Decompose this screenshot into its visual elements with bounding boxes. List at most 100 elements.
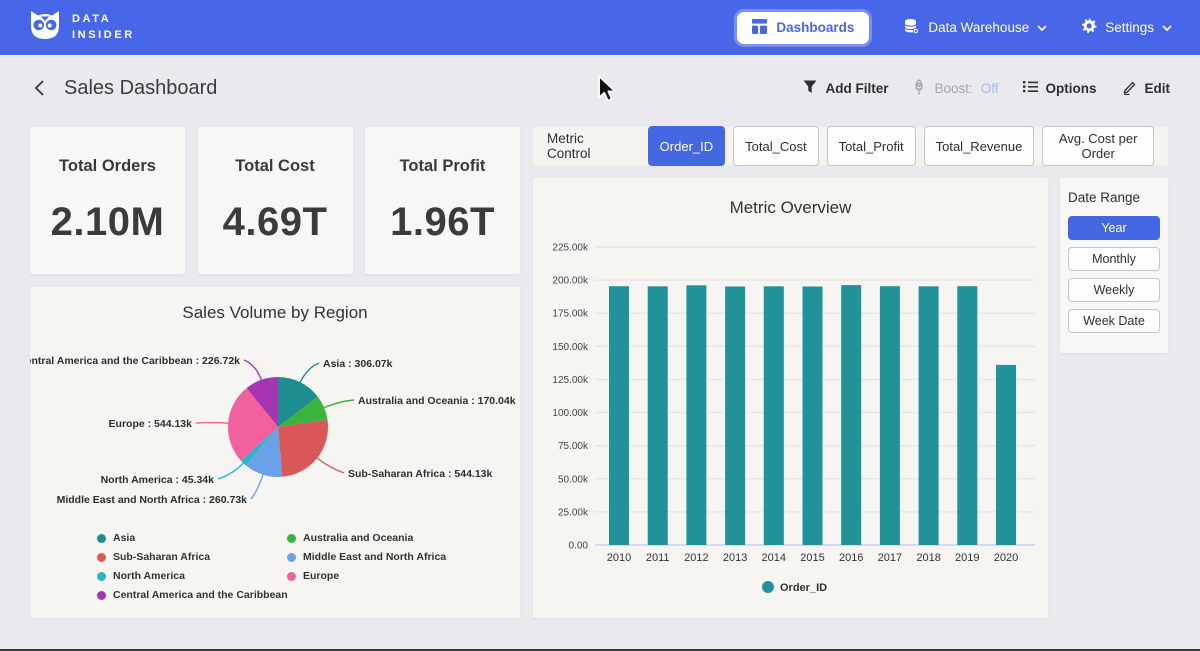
pie-leader-line-north-america xyxy=(218,462,244,479)
metric-button-total-profit[interactable]: Total_Profit xyxy=(827,126,916,166)
settings-menu[interactable]: Settings xyxy=(1081,18,1172,37)
legend-item-north-america[interactable]: North America xyxy=(97,570,287,582)
y-tick-label: 150.00k xyxy=(552,342,589,353)
boost-rocket-icon xyxy=(912,79,926,98)
pie-leader-line-central-america-and-the-caribbean xyxy=(244,360,262,381)
bar-2010[interactable] xyxy=(609,286,629,545)
options-list-icon xyxy=(1023,80,1038,96)
page-title: Sales Dashboard xyxy=(64,77,217,100)
pie-label-middle-east-and-north-africa: Middle East and North Africa : 260.73k xyxy=(57,494,248,506)
boost-toggle[interactable]: Boost: Off xyxy=(912,79,998,98)
y-tick-label: 125.00k xyxy=(552,375,589,386)
date-range-button-week-date[interactable]: Week Date xyxy=(1068,309,1160,333)
kpi-value: 1.96T xyxy=(390,200,495,245)
bar-legend-label[interactable]: Order_ID xyxy=(780,582,827,594)
y-tick-label: 75.00k xyxy=(558,441,589,452)
legend-dot xyxy=(97,553,106,562)
legend-item-asia[interactable]: Asia xyxy=(97,532,287,544)
edit-button[interactable]: Edit xyxy=(1121,79,1171,98)
bar-2017[interactable] xyxy=(880,286,900,545)
x-tick-label: 2010 xyxy=(607,552,631,564)
bar-2016[interactable] xyxy=(841,285,861,545)
bar-2018[interactable] xyxy=(919,286,939,545)
data-warehouse-label: Data Warehouse xyxy=(928,20,1029,35)
x-tick-label: 2014 xyxy=(762,552,786,564)
date-range-buttons: Year Monthly Weekly Week Date xyxy=(1068,216,1160,333)
bar-2014[interactable] xyxy=(764,286,784,545)
legend-label: Asia xyxy=(113,532,135,544)
top-navbar: DATA INSIDER Dashboards xyxy=(0,0,1200,55)
bar-2019[interactable] xyxy=(957,286,977,545)
legend-item-europe[interactable]: Europe xyxy=(287,570,446,582)
pie-leader-line-europe xyxy=(196,423,229,424)
x-tick-label: 2012 xyxy=(684,552,708,564)
bar-2011[interactable] xyxy=(648,286,668,545)
bar-2015[interactable] xyxy=(803,287,823,546)
bar-legend-dot xyxy=(762,581,774,593)
pie-label-europe: Europe : 544.13k xyxy=(109,418,193,430)
legend-dot xyxy=(287,572,296,581)
legend-dot xyxy=(97,534,106,543)
kpi-label: Total Orders xyxy=(59,157,156,176)
date-range-button-year[interactable]: Year xyxy=(1068,216,1160,240)
kpi-value: 2.10M xyxy=(51,200,165,245)
options-button[interactable]: Options xyxy=(1023,80,1097,96)
brand-logo[interactable]: DATA INSIDER xyxy=(28,8,135,47)
x-tick-label: 2019 xyxy=(955,552,979,564)
legend-item-australia-and-oceania[interactable]: Australia and Oceania xyxy=(287,532,446,544)
y-tick-label: 0.00 xyxy=(569,541,589,552)
pie-leader-line-australia-and-oceania xyxy=(323,400,354,408)
legend-item-sub-saharan-africa[interactable]: Sub-Saharan Africa xyxy=(97,551,287,563)
dashboard-toolbar: Sales Dashboard Add Filter Boost: Off xyxy=(0,55,1200,121)
brand-line-1: DATA xyxy=(72,12,135,28)
add-filter-label: Add Filter xyxy=(825,81,888,96)
y-tick-label: 225.00k xyxy=(552,243,589,254)
toolbar-actions: Add Filter Boost: Off xyxy=(803,79,1170,98)
back-button[interactable] xyxy=(30,77,50,99)
metric-button-order-id[interactable]: Order_ID xyxy=(648,126,725,166)
metric-button-avg-cost-per-order[interactable]: Avg. Cost per Order xyxy=(1042,126,1154,166)
bar-2012[interactable] xyxy=(686,285,706,545)
x-tick-label: 2020 xyxy=(994,552,1018,564)
options-label: Options xyxy=(1046,81,1097,96)
legend-dot xyxy=(97,572,106,581)
data-warehouse-menu[interactable]: Data Warehouse xyxy=(903,18,1047,38)
metric-button-total-revenue[interactable]: Total_Revenue xyxy=(924,126,1035,166)
bar-2013[interactable] xyxy=(725,287,745,546)
x-tick-label: 2013 xyxy=(723,552,747,564)
gear-icon xyxy=(1081,18,1097,37)
y-tick-label: 25.00k xyxy=(558,507,589,518)
pie-chart-title: Sales Volume by Region xyxy=(30,303,520,323)
legend-dot xyxy=(287,534,296,543)
metric-control-label: Metric Control xyxy=(547,131,627,161)
pie-leader-line-sub-saharan-africa xyxy=(316,458,344,474)
dashboards-button[interactable]: Dashboards xyxy=(737,12,869,44)
chevron-down-icon xyxy=(1162,20,1172,35)
legend-item-central-america-and-the-caribbean[interactable]: Central America and the Caribbean xyxy=(97,589,287,601)
metric-overview-card: Metric Overview 225.00k200.00k175.00k150… xyxy=(533,178,1048,618)
legend-item-middle-east-and-north-africa[interactable]: Middle East and North Africa xyxy=(287,551,446,563)
add-filter-button[interactable]: Add Filter xyxy=(803,80,888,97)
pie-leader-line-middle-east-and-north-africa xyxy=(251,474,263,499)
pie-label-australia-and-oceania: Australia and Oceania : 170.04k xyxy=(358,395,516,407)
date-range-button-weekly[interactable]: Weekly xyxy=(1068,278,1160,302)
x-tick-label: 2018 xyxy=(916,552,940,564)
pie-label-asia: Asia : 306.07k xyxy=(323,358,393,370)
metric-button-total-cost[interactable]: Total_Cost xyxy=(733,126,818,166)
date-range-panel: Date Range YearMonthlyWeeklyWeek Date xyxy=(1060,178,1168,353)
app-window: DATA INSIDER Dashboards xyxy=(0,0,1200,651)
pie-label-sub-saharan-africa: Sub-Saharan Africa : 544.13k xyxy=(348,468,492,480)
legend-label: Europe xyxy=(303,570,339,582)
kpi-label: Total Profit xyxy=(400,157,486,176)
database-icon xyxy=(903,18,920,38)
y-tick-label: 175.00k xyxy=(552,309,589,320)
y-tick-label: 50.00k xyxy=(558,474,589,485)
kpi-card-total-cost: Total Cost4.69T xyxy=(198,127,353,274)
date-range-button-monthly[interactable]: Monthly xyxy=(1068,247,1160,271)
bar-2020[interactable] xyxy=(996,365,1016,545)
edit-pencil-icon xyxy=(1121,79,1137,98)
chevron-down-icon xyxy=(1037,20,1047,35)
top-nav-menu: Dashboards Data Warehouse xyxy=(737,12,1172,44)
legend-dot xyxy=(97,591,106,600)
pie-slice-sub-saharan-africa[interactable] xyxy=(278,420,328,477)
